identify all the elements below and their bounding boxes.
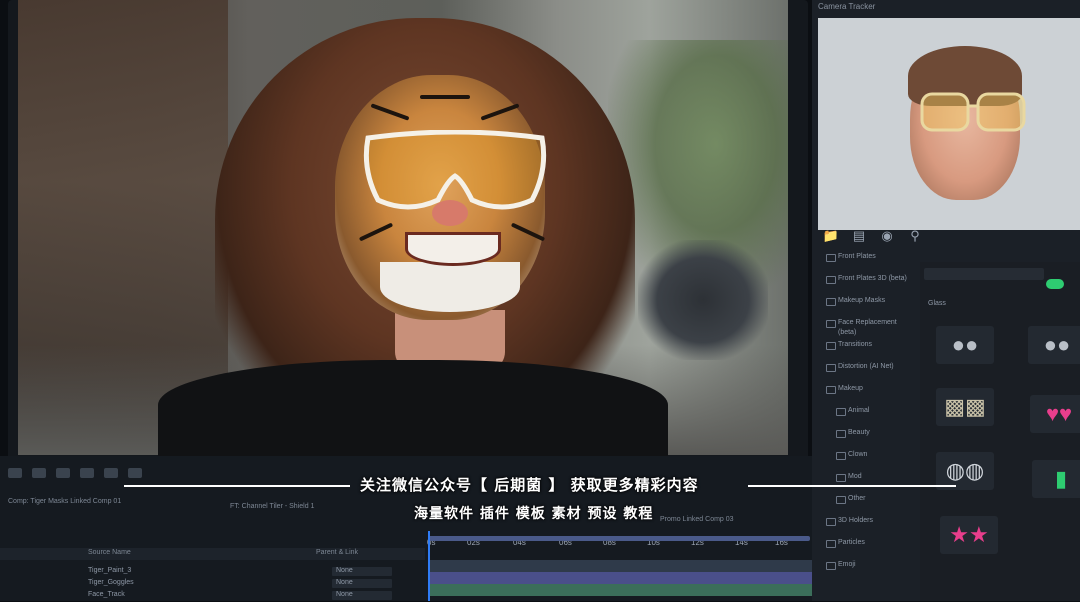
document-icon[interactable]: ▤ [850,228,868,244]
layer-track[interactable] [428,584,812,596]
playhead[interactable] [428,531,430,601]
layer-row[interactable]: Tiger_Paint_3 None [0,566,425,578]
category-subitem[interactable]: Mod [824,472,916,494]
toolbar-button[interactable] [104,468,118,478]
toolbar-button[interactable] [32,468,46,478]
watermark-line-2: 海量软件 插件 模板 素材 预设 教程 [414,506,654,522]
category-subitem[interactable]: Beauty [824,428,916,450]
goggles-thumbnail[interactable]: ▩▩ [936,388,994,426]
source-name-header: Source Name [88,549,131,556]
effects-search[interactable] [924,268,1044,280]
category-item[interactable]: Front Plates [824,252,916,274]
search-icon[interactable]: ⚲ [906,228,924,244]
background-car [638,240,768,360]
layer-header: Source Name Parent & Link [0,548,425,560]
goggles-overlay [363,130,547,210]
category-item[interactable]: Emoji [824,560,916,582]
category-subitem[interactable]: Other [824,494,916,516]
parent-value: None [336,591,353,598]
layer-name: Tiger_Paint_3 [88,567,132,574]
toolbar-button[interactable] [56,468,70,478]
toolbar-button[interactable] [80,468,94,478]
category-item[interactable]: Particles [824,538,916,560]
layer-row[interactable]: Face_Track None [0,590,425,602]
tag-thumbnail[interactable]: ▮ [1032,460,1080,498]
watermark-rule-right [748,485,956,487]
category-item[interactable]: 3D Holders [824,516,916,538]
layer-row[interactable]: Tiger_Goggles None [0,578,425,590]
subject-mouth [405,232,501,266]
toolbar-button[interactable] [8,468,22,478]
category-subitem[interactable]: Animal [824,406,916,428]
effects-group-label: Glass [928,300,946,307]
category-item[interactable]: Makeup Masks [824,296,916,318]
subject-shirt [158,360,668,460]
layer-name: Tiger_Goggles [88,579,134,586]
work-area-bar[interactable] [428,536,810,541]
watermark-rule-left [124,485,350,487]
parent-value: None [336,579,353,586]
layer-name: Face_Track [88,591,125,598]
camera-icon[interactable]: ◉ [878,228,896,244]
category-item[interactable]: Transitions [824,340,916,362]
parent-value: None [336,567,353,574]
preview-glasses [920,92,1026,132]
hearts-thumbnail[interactable]: ♥♥ [1030,395,1080,433]
category-item[interactable]: Makeup [824,384,916,406]
goggles-thumbnail[interactable]: ●● [936,326,994,364]
category-item[interactable]: Distortion (AI Net) [824,362,916,384]
panel-tab[interactable]: Camera Tracker [818,2,875,11]
watermark-line-1: 关注微信公众号【 后期菌 】 获取更多精彩内容 [360,476,699,494]
panel-toolbar: 📁 ▤ ◉ ⚲ [822,222,1077,250]
stars-thumbnail[interactable]: ★★ [940,516,998,554]
comp-tab[interactable]: Comp: Tiger Masks Linked Comp 01 [8,498,121,505]
category-item[interactable]: Front Plates 3D (beta) [824,274,916,296]
effects-toggle[interactable] [1046,279,1064,289]
category-subitem[interactable]: Clown [824,450,916,472]
category-item[interactable]: Face Replacement (beta) [824,318,916,340]
comp-tab[interactable]: FT: Channel Tiler - Shield 1 [230,503,314,510]
toolbar-button[interactable] [128,468,142,478]
tiger-chin [380,262,520,312]
folder-icon[interactable]: 📁 [822,228,840,244]
tiger-stripe [420,95,470,99]
parent-header: Parent & Link [316,549,359,556]
layer-track[interactable] [428,560,812,572]
goggles-thumbnail[interactable]: ●● [1028,326,1080,364]
category-list: Front Plates Front Plates 3D (beta) Make… [824,252,916,601]
layer-track[interactable] [428,572,812,584]
